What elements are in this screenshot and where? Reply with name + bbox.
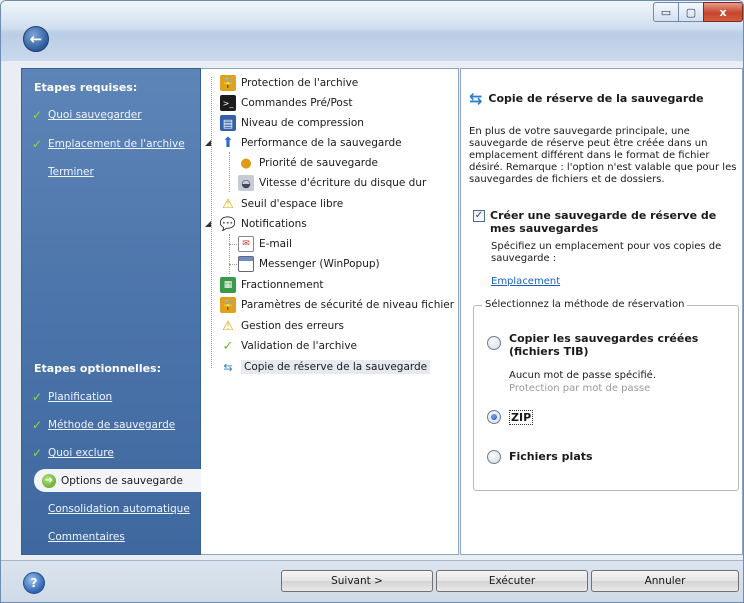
radio-flat-files[interactable] — [487, 450, 501, 464]
checkmark-icon: ✓ — [32, 108, 43, 122]
current-step-arrow-icon: ➜ — [42, 473, 56, 488]
specify-text: Spécifiez un emplacement pour vos copies… — [491, 241, 722, 264]
priority-icon: ● — [240, 155, 252, 171]
step-quoi-sauvegarder[interactable]: ✓ Quoi sauvegarder — [32, 107, 142, 123]
tree-item-messenger[interactable]: Messenger (WinPopup) — [238, 254, 380, 274]
tree-item-notifications[interactable]: 💬 Notifications — [220, 214, 307, 234]
warning-icon: ⚠ — [222, 318, 234, 334]
collapse-icon[interactable]: ◢ — [205, 138, 213, 147]
next-button[interactable]: Suivant > — [281, 570, 433, 592]
tree-item-performance[interactable]: ⬆ Performance de la sauvegarde — [220, 133, 402, 153]
tree-item-fractionnement[interactable]: ▦ Fractionnement — [220, 275, 324, 295]
checkmark-icon: ✓ — [32, 446, 43, 460]
password-protection-note: Protection par mot de passe — [509, 383, 651, 394]
copy-arrows-icon: ⇆ — [469, 89, 483, 108]
tree-item-vitesse[interactable]: ◒ Vitesse d'écriture du disque dur — [238, 173, 426, 193]
radio-zip[interactable] — [487, 410, 501, 424]
step-consolidation[interactable]: Consolidation automatique — [48, 501, 190, 517]
up-arrow-icon: ⬆ — [222, 135, 234, 151]
email-icon: ✉ — [238, 236, 254, 252]
detail-description: En plus de votre sauvegarde principale, … — [469, 126, 737, 185]
tree-item-securite[interactable]: 🔒 Paramètres de sécurité de niveau fichi… — [220, 295, 454, 315]
title-bar: ▭ ▢ x ← — [1, 1, 743, 61]
tree-item-commandes[interactable]: >_ Commandes Pré/Post — [220, 93, 352, 113]
disk-icon: ◒ — [238, 175, 254, 191]
detail-title: ⇆ Copie de réserve de la sauvegarde — [469, 89, 704, 108]
method-group: Sélectionnez la méthode de réservation C… — [473, 299, 739, 491]
minimize-button[interactable]: ▭ — [653, 2, 679, 22]
step-options-current[interactable]: ➜ Options de sauvegarde — [34, 469, 201, 492]
close-button[interactable]: x — [703, 2, 743, 22]
archive-icon: ▤ — [220, 115, 236, 131]
step-planification[interactable]: ✓ Planification — [32, 389, 112, 405]
no-password-note: Aucun mot de passe spécifié. — [509, 370, 657, 381]
lock-icon: 🔒 — [220, 75, 236, 91]
checkmark-icon: ✓ — [222, 338, 234, 354]
tree-item-seuil[interactable]: ⚠ Seuil d'espace libre — [220, 194, 343, 214]
step-methode[interactable]: ✓ Méthode de sauvegarde — [32, 417, 175, 433]
cancel-button[interactable]: Annuler — [591, 570, 739, 592]
execute-button[interactable]: Exécuter — [436, 570, 588, 592]
back-arrow-icon[interactable]: ← — [23, 26, 49, 52]
wizard-window: ▭ ▢ x ← Etapes requises: ✓ Quoi sauvegar… — [0, 0, 744, 603]
speech-bubble-icon: 💬 — [219, 216, 237, 232]
warning-icon: ⚠ — [222, 196, 234, 212]
help-icon[interactable]: ? — [23, 572, 45, 594]
step-terminer[interactable]: Terminer — [48, 164, 94, 180]
detail-pane: ⇆ Copie de réserve de la sauvegarde En p… — [460, 68, 743, 555]
copy-arrows-icon: ⇆ — [223, 360, 233, 374]
split-icon: ▦ — [220, 277, 236, 293]
checkmark-icon: ✓ — [32, 137, 43, 151]
create-backup-checkbox[interactable]: ✓ — [473, 210, 485, 222]
security-icon: 🔒 — [220, 297, 236, 313]
collapse-icon[interactable]: ◢ — [205, 219, 213, 228]
tree-item-compression[interactable]: ▤ Niveau de compression — [220, 113, 364, 133]
step-quoi-exclure[interactable]: ✓ Quoi exclure — [32, 445, 114, 461]
radio-copy-tib[interactable] — [487, 336, 501, 350]
window-icon — [238, 256, 254, 272]
tree-item-validation[interactable]: ✓ Validation de l'archive — [220, 336, 357, 356]
tree-item-priorite[interactable]: ● Priorité de sauvegarde — [238, 153, 378, 173]
radio-flat-files-label: Fichiers plats — [509, 450, 593, 463]
step-commentaires[interactable]: Commentaires — [48, 529, 125, 545]
tree-item-erreurs[interactable]: ⚠ Gestion des erreurs — [220, 316, 344, 336]
optional-steps-heading: Etapes optionnelles: — [34, 362, 161, 375]
radio-copy-tib-label: Copier les sauvegardes créées (fichiers … — [509, 332, 699, 358]
maximize-button[interactable]: ▢ — [678, 2, 704, 22]
checkmark-icon: ✓ — [32, 418, 43, 432]
step-emplacement[interactable]: ✓ Emplacement de l'archive — [32, 136, 185, 152]
footer-bar: ? Suivant > Exécuter Annuler — [1, 560, 743, 602]
location-link[interactable]: Emplacement — [491, 276, 560, 287]
method-legend: Sélectionnez la méthode de réservation — [482, 299, 688, 310]
options-tree: 🔒 Protection de l'archive >_ Commandes P… — [201, 68, 459, 555]
required-steps-heading: Etapes requises: — [34, 81, 138, 94]
console-icon: >_ — [220, 95, 236, 111]
tree-item-email[interactable]: ✉ E-mail — [238, 234, 292, 254]
steps-pane: Etapes requises: ✓ Quoi sauvegarder ✓ Em… — [21, 68, 201, 555]
tree-item-copie-reserve[interactable]: ⇆ Copie de réserve de la sauvegarde — [220, 357, 431, 377]
create-backup-checkbox-row[interactable]: ✓ Créer une sauvegarde de réserve de mes… — [473, 209, 735, 235]
checkmark-icon: ✓ — [32, 390, 43, 404]
radio-zip-label: ZIP — [509, 410, 534, 425]
tree-item-protection[interactable]: 🔒 Protection de l'archive — [220, 73, 358, 93]
